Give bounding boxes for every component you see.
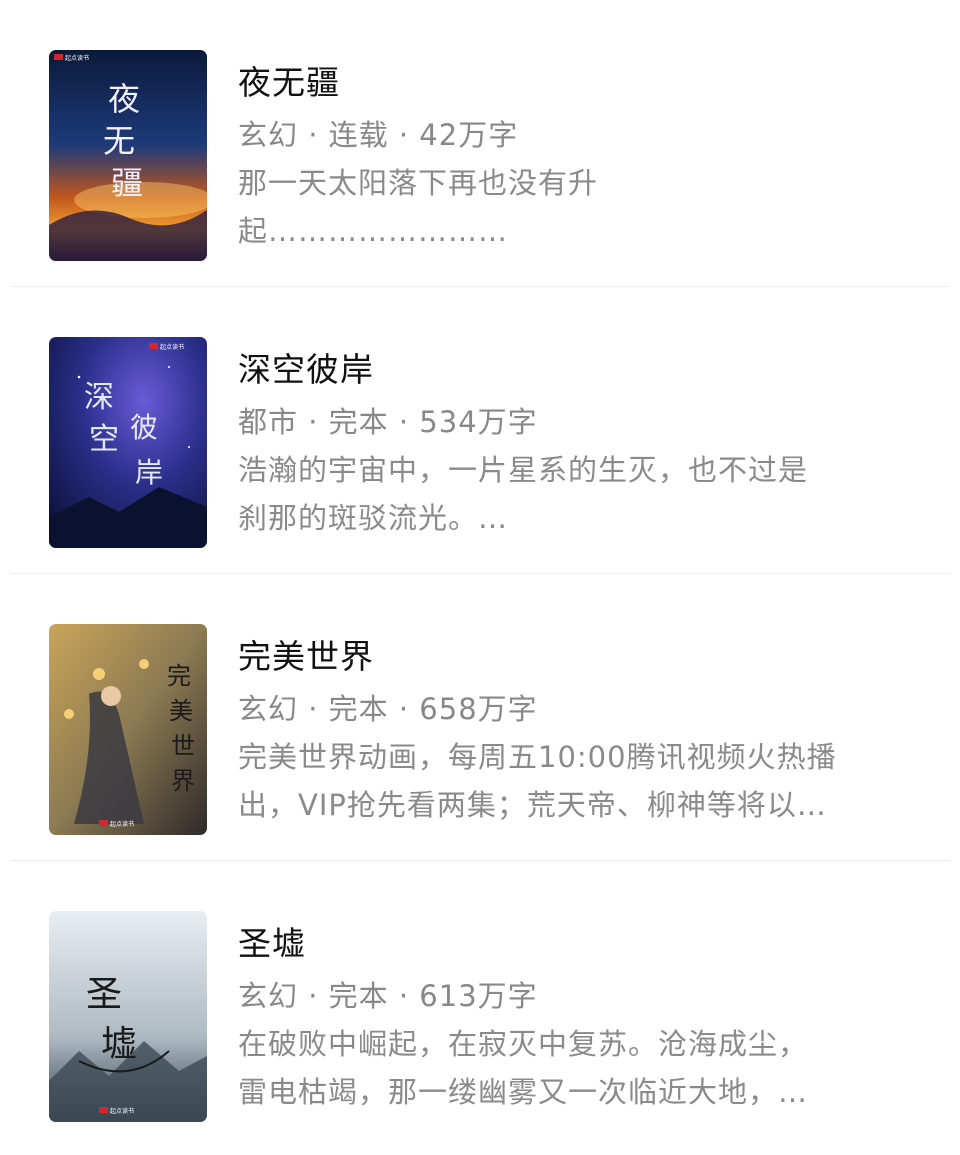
book-title[interactable]: 深空彼岸	[238, 341, 928, 399]
book-list: 夜 无 疆 起点读书 夜无疆 玄幻 · 连载 · 42万字 那一天太阳落下再也没…	[0, 0, 960, 1148]
book-cover[interactable]: 完 美 世 界 起点读书	[49, 624, 207, 835]
svg-text:起点读书: 起点读书	[160, 343, 184, 351]
cover-art-holy-ruins: 圣 墟 起点读书	[49, 911, 207, 1122]
book-description: 那一天太阳落下再也没有升 起……………………	[238, 159, 928, 255]
book-description-line: 在破败中崛起，在寂灭中复苏。沧海成尘，	[238, 1027, 809, 1061]
book-title[interactable]: 完美世界	[238, 628, 928, 686]
svg-text:圣: 圣	[86, 974, 122, 1015]
svg-text:起点读书: 起点读书	[110, 1107, 134, 1115]
svg-text:疆: 疆	[111, 164, 143, 202]
book-description: 浩瀚的宇宙中，一片星系的生灭，也不过是 刹那的斑驳流光。…	[238, 446, 928, 542]
svg-text:夜: 夜	[108, 80, 140, 118]
book-info: 完美世界 玄幻 · 完本 · 658万字 完美世界动画，每周五10:00腾讯视频…	[238, 628, 928, 829]
book-item-shenkongbian[interactable]: 深 空 彼 岸 起点读书 深空彼岸 都市 · 完本 · 534万字 浩瀚的宇宙中…	[0, 287, 960, 574]
svg-text:完: 完	[167, 662, 191, 690]
cover-art-night-fire: 夜 无 疆 起点读书	[49, 50, 207, 261]
book-description-line: 那一天太阳落下再也没有升	[238, 166, 599, 200]
book-meta: 玄幻 · 连载 · 42万字	[238, 118, 519, 152]
book-description-line: 起……………………	[238, 214, 509, 248]
book-item-wanmeishijie[interactable]: 完 美 世 界 起点读书 完美世界 玄幻 · 完本 · 658万字 完美世界动画…	[0, 574, 960, 861]
svg-text:岸: 岸	[135, 456, 163, 489]
book-cover[interactable]: 夜 无 疆 起点读书	[49, 50, 207, 261]
book-description-line: 雷电枯竭，那一缕幽雾又一次临近大地，…	[238, 1075, 809, 1109]
svg-text:彼: 彼	[130, 411, 158, 444]
book-description-line: 完美世界动画，每周五10:00腾讯视频火热播	[238, 740, 837, 774]
book-title[interactable]: 圣墟	[238, 915, 928, 973]
cover-art-deep-space: 深 空 彼 岸 起点读书	[49, 337, 207, 548]
book-meta: 都市 · 完本 · 534万字	[238, 405, 538, 439]
book-info: 圣墟 玄幻 · 完本 · 613万字 在破败中崛起，在寂灭中复苏。沧海成尘， 雷…	[238, 915, 928, 1116]
svg-text:空: 空	[89, 422, 119, 457]
svg-text:无: 无	[103, 122, 135, 160]
book-description-line: 浩瀚的宇宙中，一片星系的生灭，也不过是	[238, 453, 809, 487]
svg-text:美: 美	[169, 697, 193, 725]
book-info: 深空彼岸 都市 · 完本 · 534万字 浩瀚的宇宙中，一片星系的生灭，也不过是…	[238, 341, 928, 542]
book-meta: 玄幻 · 完本 · 658万字	[238, 692, 538, 726]
book-cover[interactable]: 深 空 彼 岸 起点读书	[49, 337, 207, 548]
book-meta: 玄幻 · 完本 · 613万字	[238, 979, 538, 1013]
svg-text:深: 深	[84, 380, 114, 415]
cover-art-perfect-world: 完 美 世 界 起点读书	[49, 624, 207, 835]
svg-text:墟: 墟	[101, 1024, 137, 1065]
book-title[interactable]: 夜无疆	[238, 54, 928, 112]
book-info: 夜无疆 玄幻 · 连载 · 42万字 那一天太阳落下再也没有升 起……………………	[238, 54, 928, 255]
book-description-line: 刹那的斑驳流光。…	[238, 501, 509, 535]
book-description: 完美世界动画，每周五10:00腾讯视频火热播 出，VIP抢先看两集；荒天帝、柳神…	[238, 733, 928, 829]
book-description-line: 出，VIP抢先看两集；荒天帝、柳神等将以…	[238, 788, 827, 822]
svg-text:界: 界	[171, 767, 195, 795]
svg-text:世: 世	[171, 732, 195, 760]
svg-text:起点读书: 起点读书	[65, 54, 89, 62]
book-description: 在破败中崛起，在寂灭中复苏。沧海成尘， 雷电枯竭，那一缕幽雾又一次临近大地，…	[238, 1020, 928, 1116]
book-item-shengxu[interactable]: 圣 墟 起点读书 圣墟 玄幻 · 完本 · 613万字 在破败中崛起，在寂灭中复…	[0, 861, 960, 1148]
book-item-yewujiang[interactable]: 夜 无 疆 起点读书 夜无疆 玄幻 · 连载 · 42万字 那一天太阳落下再也没…	[0, 0, 960, 287]
book-cover[interactable]: 圣 墟 起点读书	[49, 911, 207, 1122]
svg-text:起点读书: 起点读书	[110, 820, 134, 828]
